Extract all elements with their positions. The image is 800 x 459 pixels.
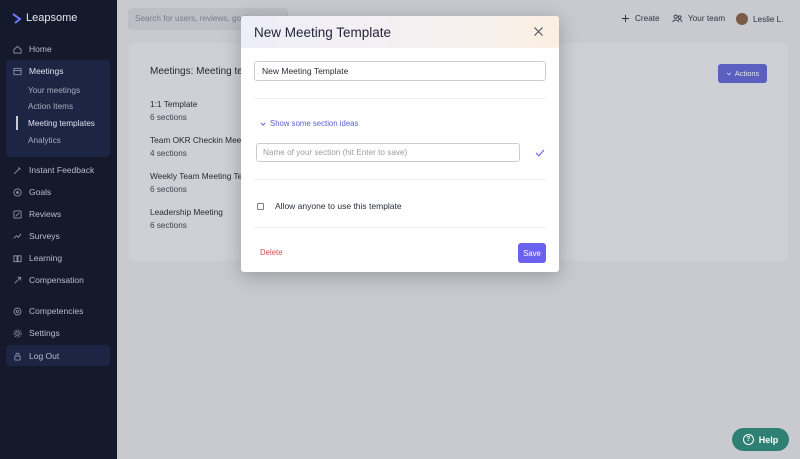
template-count: 6 sections xyxy=(150,221,187,230)
sidebar-item-label: Settings xyxy=(29,328,60,338)
lock-icon xyxy=(13,352,22,361)
user-name: Leslie L. xyxy=(753,14,784,24)
sidebar-item-label: Surveys xyxy=(29,231,60,241)
divider xyxy=(254,98,546,99)
reviews-icon xyxy=(13,209,22,219)
template-name[interactable]: Team OKR Checkin Meeting xyxy=(150,135,242,145)
sidebar-item-home[interactable]: Home xyxy=(13,44,52,54)
template-count: 6 sections xyxy=(150,185,187,194)
divider xyxy=(254,227,546,228)
sidebar-item-label: Competencies xyxy=(29,306,84,316)
meetings-icon xyxy=(13,67,22,76)
allow-anyone-label: Allow anyone to use this template xyxy=(275,201,402,211)
allow-anyone-checkbox[interactable] xyxy=(257,202,264,210)
template-count: 4 sections xyxy=(150,149,187,158)
sidebar-item-label: Learning xyxy=(29,253,63,263)
sidebar-item-meetings[interactable]: Meetings xyxy=(13,66,64,76)
gear-icon xyxy=(13,328,22,338)
close-button[interactable] xyxy=(533,26,544,37)
check-icon xyxy=(535,149,545,157)
help-button[interactable]: ? Help xyxy=(732,428,789,451)
sidebar-item-label: Meetings xyxy=(29,66,64,76)
subnav-meeting-templates[interactable]: Meeting templates xyxy=(28,119,95,128)
your-team-label: Your team xyxy=(688,14,726,23)
sidebar-item-label: Goals xyxy=(29,187,52,197)
template-name[interactable]: Weekly Team Meeting Template xyxy=(150,171,242,181)
feedback-icon xyxy=(13,166,22,175)
question-icon: ? xyxy=(742,434,754,445)
sidebar-item-goals[interactable]: Goals xyxy=(13,187,51,197)
sidebar-item-logout[interactable]: Log Out xyxy=(13,351,59,361)
chevron-down-icon xyxy=(260,121,266,126)
leapsome-logo-icon xyxy=(12,12,22,24)
goals-icon xyxy=(13,187,22,197)
actions-label: Actions xyxy=(734,69,760,78)
sidebar-item-label: Compensation xyxy=(29,275,84,285)
modal-header: New Meeting Template xyxy=(241,16,559,48)
active-indicator xyxy=(16,116,18,130)
home-icon xyxy=(13,45,22,54)
learning-icon xyxy=(13,254,22,263)
chevron-down-icon xyxy=(726,72,731,75)
new-template-modal: New Meeting Template Show some section i… xyxy=(241,16,559,272)
template-name[interactable]: Leadership Meeting xyxy=(150,207,242,217)
subnav-your-meetings[interactable]: Your meetings xyxy=(28,86,80,95)
section-name-input[interactable] xyxy=(256,143,520,162)
allow-anyone-row[interactable]: Allow anyone to use this template xyxy=(257,201,402,211)
divider xyxy=(254,179,546,180)
subnav-action-items[interactable]: Action Items xyxy=(28,102,73,111)
sidebar-item-surveys[interactable]: Surveys xyxy=(13,231,60,241)
user-menu[interactable]: Leslie L. xyxy=(736,13,784,25)
sidebar-item-instant-feedback[interactable]: Instant Feedback xyxy=(13,165,94,175)
plus-icon xyxy=(621,14,630,23)
sidebar: Leapsome Home Meetings Your meetings Act… xyxy=(0,0,117,459)
sidebar-item-label: Home xyxy=(29,44,52,54)
template-name[interactable]: 1:1 Template xyxy=(150,99,242,109)
template-count: 6 sections xyxy=(150,113,187,122)
sidebar-item-label: Instant Feedback xyxy=(29,165,95,175)
close-icon xyxy=(534,27,543,36)
save-button[interactable]: Save xyxy=(518,243,546,263)
logo-text: Leapsome xyxy=(26,12,78,24)
template-name-input[interactable] xyxy=(254,61,546,81)
your-team-button[interactable]: Your team xyxy=(672,14,725,23)
surveys-icon xyxy=(13,232,22,241)
modal-title: New Meeting Template xyxy=(254,25,392,40)
compensation-icon xyxy=(13,276,22,285)
page-title: Meetings: Meeting templates xyxy=(150,66,246,77)
delete-button[interactable]: Delete xyxy=(260,248,283,257)
sidebar-item-reviews[interactable]: Reviews xyxy=(13,209,61,219)
sidebar-item-competencies[interactable]: Competencies xyxy=(13,306,83,316)
competencies-icon xyxy=(13,307,22,316)
sidebar-item-learning[interactable]: Learning xyxy=(13,253,62,263)
sidebar-item-settings[interactable]: Settings xyxy=(13,328,60,338)
sidebar-item-label: Log Out xyxy=(29,351,60,361)
ideas-link-label: Show some section ideas xyxy=(270,119,359,128)
create-label: Create xyxy=(635,14,660,23)
team-icon xyxy=(672,14,683,23)
sidebar-item-compensation[interactable]: Compensation xyxy=(13,275,84,285)
confirm-section-button[interactable] xyxy=(535,149,545,157)
create-button[interactable]: Create xyxy=(621,14,660,23)
actions-button[interactable]: Actions xyxy=(718,64,767,83)
show-section-ideas-link[interactable]: Show some section ideas xyxy=(260,119,358,128)
avatar xyxy=(736,13,748,25)
sidebar-item-label: Reviews xyxy=(29,209,62,219)
leapsome-logo[interactable]: Leapsome xyxy=(12,12,77,24)
help-label: Help xyxy=(758,434,779,445)
subnav-analytics[interactable]: Analytics xyxy=(28,136,61,145)
